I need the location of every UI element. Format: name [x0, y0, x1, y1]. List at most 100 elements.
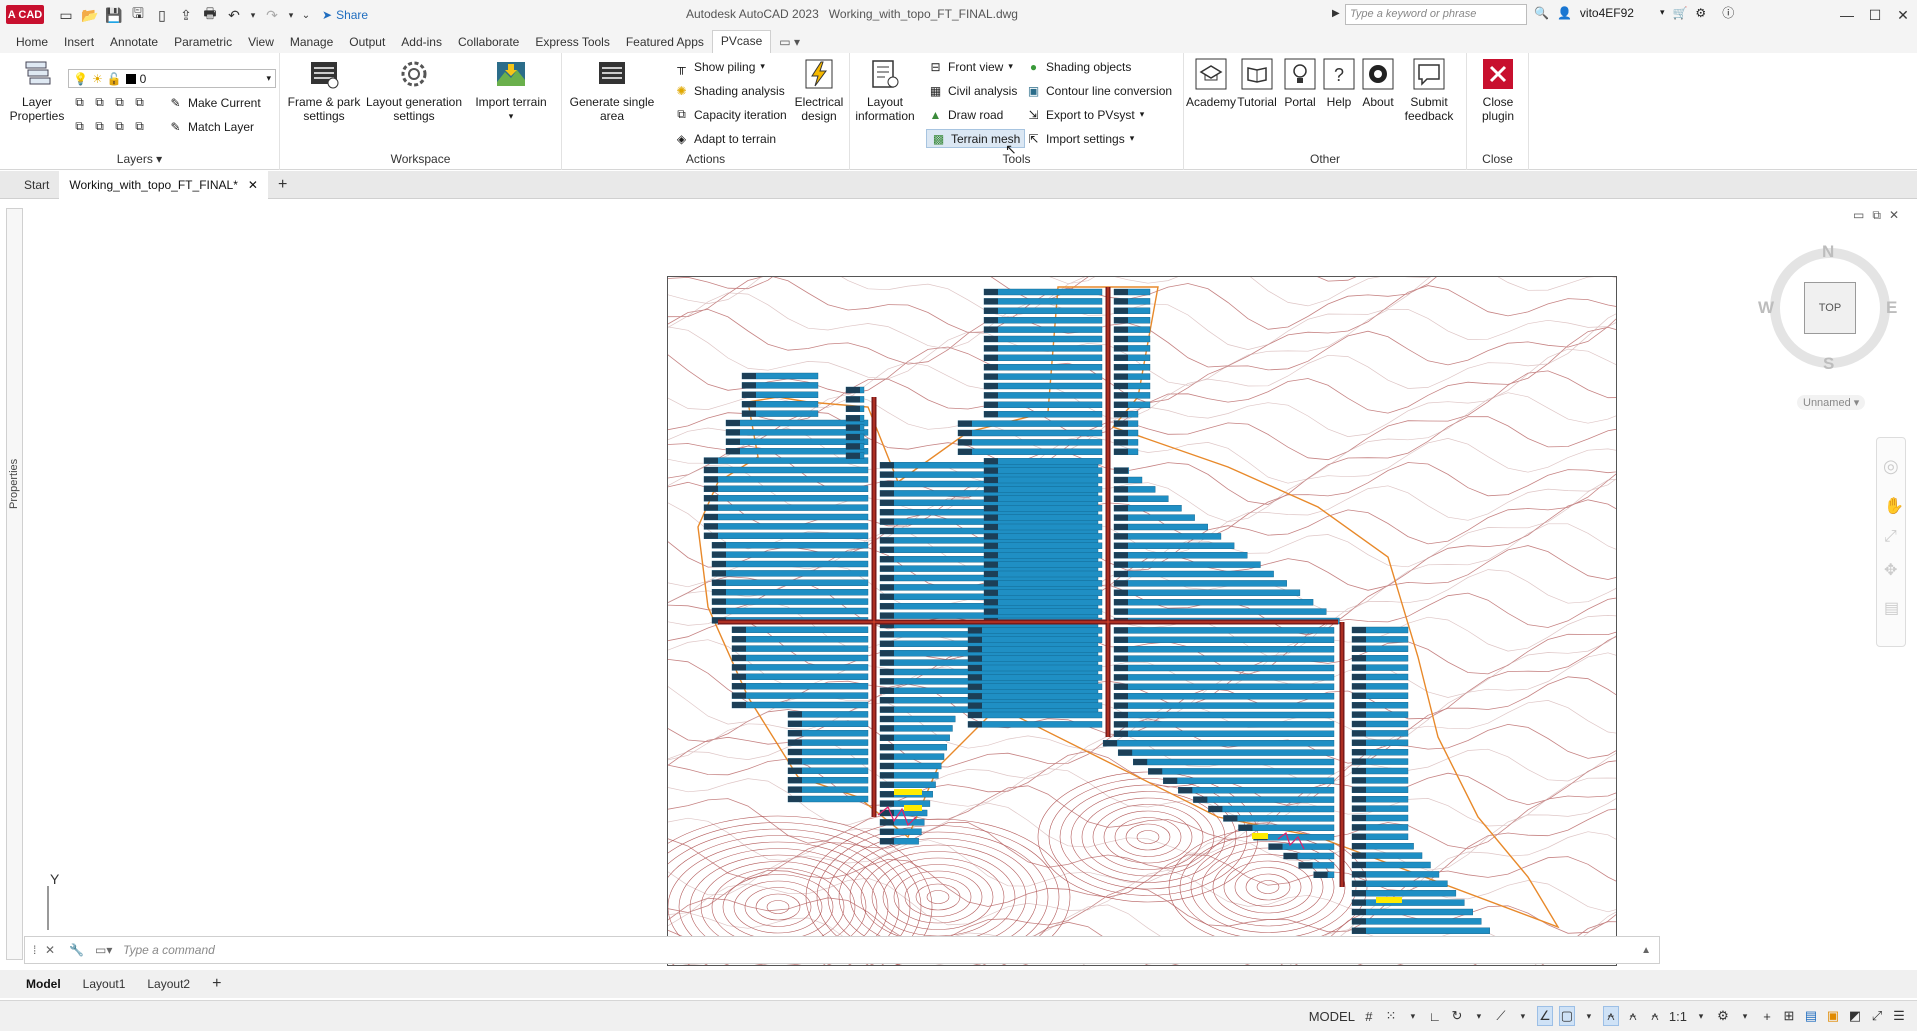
show-piling-dropdown-icon[interactable]: ▾	[760, 61, 765, 72]
contour-line-conversion-button[interactable]: ▣ Contour line conversion	[1026, 83, 1172, 98]
search-input[interactable]: Type a keyword or phrase	[1345, 4, 1527, 25]
annotation-scale-value[interactable]: 1:1	[1669, 1006, 1687, 1026]
compass-north[interactable]: N	[1822, 242, 1834, 262]
tab-layout1[interactable]: Layout1	[73, 973, 136, 995]
layer-dropdown[interactable]: 💡 ☀ 🔓 0 ▾	[68, 69, 276, 88]
polar-dropdown-icon[interactable]: ▾	[1471, 1006, 1487, 1026]
isolate-objects-icon[interactable]: ◩	[1847, 1006, 1863, 1026]
command-line[interactable]: ⁞ ✕ 🔧 ▭▾ Type a command ▲	[24, 936, 1660, 964]
auto-scale-icon[interactable]: ⍲	[1625, 1006, 1641, 1026]
tab-manage[interactable]: Manage	[282, 32, 341, 52]
ortho-icon[interactable]: ∟	[1427, 1006, 1443, 1026]
quick-properties-icon[interactable]: ▤	[1803, 1006, 1819, 1026]
properties-palette-strip[interactable]: Properties	[6, 208, 23, 960]
command-history-icon[interactable]: ▭▾	[95, 943, 112, 957]
user-icon[interactable]: 👤	[1557, 6, 1572, 20]
object-snap-icon[interactable]: ▢	[1558, 1006, 1575, 1026]
close-plugin-button[interactable]: Close plugin	[1473, 57, 1523, 123]
polar-icon[interactable]: ↻	[1449, 1006, 1465, 1026]
tab-insert[interactable]: Insert	[56, 32, 102, 52]
command-settings-icon[interactable]: 🔧	[69, 943, 84, 957]
workspace-dropdown-icon[interactable]: ▾	[1737, 1006, 1753, 1026]
academy-button[interactable]: Academy	[1186, 57, 1236, 109]
redo-icon[interactable]: ↷	[262, 5, 282, 25]
export-pvsyst-button[interactable]: ⇲ Export to PVsyst ▾	[1026, 107, 1144, 122]
compass-west[interactable]: W	[1758, 298, 1774, 318]
object-snap-dropdown-icon[interactable]: ▾	[1581, 1006, 1597, 1026]
layer-unisolate-icon[interactable]: ⧉	[92, 119, 107, 134]
snap-dropdown-icon[interactable]: ▾	[1405, 1006, 1421, 1026]
layer-isolate-icon[interactable]: ⧉	[92, 95, 107, 110]
layer-unlock-icon[interactable]: ⧉	[132, 119, 147, 134]
annotation-monitor-icon[interactable]: +	[1759, 1006, 1775, 1026]
close-tab-icon[interactable]: ✕	[248, 178, 258, 192]
generate-single-area-button[interactable]: Generate single area	[564, 57, 660, 123]
layout-information-button[interactable]: Layout information	[852, 57, 918, 123]
civil-analysis-button[interactable]: ▦ Civil analysis	[928, 83, 1018, 98]
object-snap-tracking-icon[interactable]: ∠	[1536, 1006, 1553, 1026]
save-as-icon[interactable]: 🖫	[128, 5, 148, 25]
site-drawing[interactable]	[667, 276, 1617, 966]
layer-on-tool-icon[interactable]: ⧉	[72, 119, 87, 134]
tab-collaborate[interactable]: Collaborate	[450, 32, 527, 52]
capacity-iteration-button[interactable]: ⧉ Capacity iteration	[674, 107, 787, 122]
annotation-visibility-icon[interactable]: ⍲	[1602, 1006, 1619, 1026]
match-layer-button[interactable]: ✎ Match Layer	[168, 119, 254, 134]
import-terrain-button[interactable]: Import terrain ▾	[468, 57, 554, 123]
close-window-icon[interactable]: ✕	[1889, 0, 1917, 30]
viewcube[interactable]: N S E W TOP	[1758, 240, 1900, 380]
cart-icon[interactable]: 🛒	[1672, 6, 1687, 20]
viewcube-top-face[interactable]: TOP	[1804, 282, 1856, 334]
ribbon-minimize-icon[interactable]: ▭ ▾	[771, 32, 808, 52]
zoom-icon[interactable]: ⤢	[1884, 528, 1897, 546]
new-file-icon[interactable]: ▭	[56, 5, 76, 25]
expand-search-icon[interactable]: ▶	[1332, 8, 1340, 19]
show-piling-button[interactable]: ╥ Show piling ▾	[674, 59, 765, 74]
shading-objects-button[interactable]: ● Shading objects	[1026, 59, 1132, 74]
user-name[interactable]: vito4EF92	[1580, 6, 1634, 20]
import-terrain-dropdown-icon[interactable]: ▾	[509, 109, 514, 123]
open-web-icon[interactable]: ▯	[152, 5, 172, 25]
shading-analysis-button[interactable]: ✺ Shading analysis	[674, 83, 784, 98]
tab-active-drawing[interactable]: Working_with_topo_FT_FINAL* ✕	[59, 170, 268, 199]
orbit-icon[interactable]: ✥	[1884, 560, 1897, 580]
layer-properties-button[interactable]: Layer Properties	[8, 57, 66, 123]
steering-wheel-icon[interactable]: ◎	[1883, 456, 1899, 477]
tab-view[interactable]: View	[240, 32, 282, 52]
front-view-dropdown-icon[interactable]: ▾	[1008, 61, 1013, 72]
undo-dropdown-icon[interactable]: ▾	[248, 5, 258, 25]
tab-express-tools[interactable]: Express Tools	[527, 32, 617, 52]
save-web-icon[interactable]: ⇪	[176, 5, 196, 25]
app-menu-button[interactable]: A CAD	[6, 5, 44, 24]
tab-addins[interactable]: Add-ins	[393, 32, 450, 52]
minimize-icon[interactable]: —	[1833, 0, 1861, 30]
submit-feedback-button[interactable]: Submit feedback	[1398, 57, 1460, 123]
viewport-minimize-icon[interactable]: ▭	[1853, 208, 1864, 223]
pan-icon[interactable]: ✋	[1884, 496, 1904, 516]
lock-ui-icon[interactable]: ▣	[1825, 1006, 1841, 1026]
customization-icon[interactable]: ☰	[1891, 1006, 1907, 1026]
frame-park-settings-button[interactable]: Frame & park settings	[284, 57, 364, 123]
tab-layout2[interactable]: Layout2	[137, 973, 200, 995]
viewport-close-icon[interactable]: ✕	[1889, 208, 1899, 223]
share-button[interactable]: ➤ Share	[322, 8, 368, 22]
command-grip-icon[interactable]: ⁞	[33, 943, 36, 957]
tab-pvcase[interactable]: PVcase	[711, 30, 772, 53]
layers-panel-title[interactable]: Layers ▾	[0, 152, 279, 166]
draw-road-button[interactable]: ▲ Draw road	[928, 107, 1004, 122]
annotation-scale-icon[interactable]: ⍲	[1647, 1006, 1663, 1026]
compass-east[interactable]: E	[1886, 298, 1897, 318]
redo-dropdown-icon[interactable]: ▾	[286, 5, 296, 25]
import-settings-dropdown-icon[interactable]: ▾	[1130, 133, 1135, 144]
units-icon[interactable]: ⊞	[1781, 1006, 1797, 1026]
search-icon[interactable]: 🔍	[1534, 6, 1549, 20]
tab-model[interactable]: Model	[16, 973, 71, 995]
front-view-button[interactable]: ⊟ Front view ▾	[928, 59, 1013, 74]
adapt-to-terrain-button[interactable]: ◈ Adapt to terrain	[674, 131, 776, 146]
close-command-icon[interactable]: ✕	[45, 943, 55, 957]
command-expand-icon[interactable]: ▲	[1641, 945, 1651, 956]
command-input[interactable]: Type a command	[123, 943, 215, 957]
add-layout-button[interactable]: +	[202, 971, 231, 997]
ucs-menu[interactable]: Unnamed ▾	[1797, 395, 1866, 410]
plot-icon[interactable]: 🖶	[200, 5, 220, 25]
